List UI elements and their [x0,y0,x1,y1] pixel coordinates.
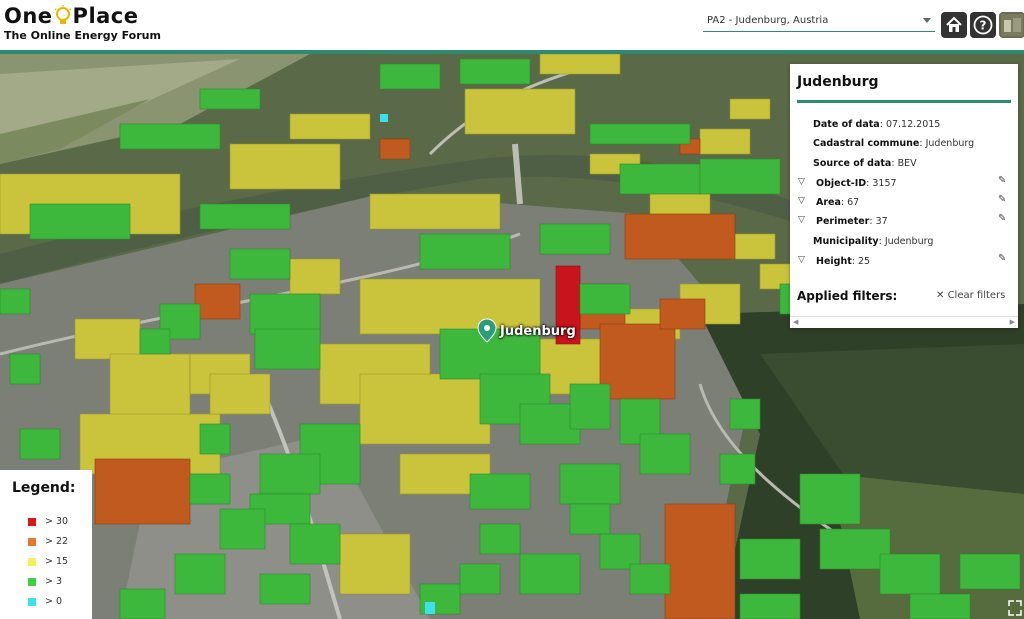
scroll-right-icon[interactable]: ▶ [1010,318,1015,326]
row-value: BEV [897,158,917,169]
row-value: 37 [875,216,888,227]
edit-icon[interactable]: ✎ [998,175,1006,186]
legend-label: > 30 [45,516,69,527]
panel-title: Judenburg [797,74,879,90]
lightbulb-icon [54,5,72,24]
filter-icon[interactable]: ▽ [798,215,805,225]
panel-divider [797,100,1011,103]
row-label: Source of data [813,158,892,169]
row-label: Area [816,197,841,208]
row-label: Object-ID [816,178,867,189]
row-value: Judenburg [925,138,975,149]
info-panel: Judenburg Date of data: 07.12.2015 Cadas… [790,64,1018,328]
row-label: Height [816,256,852,267]
row-label: Date of data [813,119,880,130]
row-value: Judenburg [884,236,934,247]
help-button[interactable]: ? [970,12,996,38]
fullscreen-icon[interactable] [1008,600,1022,616]
row-value: 25 [858,256,871,267]
user-avatar[interactable] [999,12,1024,38]
svg-text:?: ? [980,19,987,33]
legend-item: > 15 [28,556,68,567]
help-icon: ? [973,15,993,35]
logo-title-right: Place [72,4,139,28]
legend-swatch [28,557,36,566]
logo-title-left: One [4,4,53,28]
row-date: Date of data: 07.12.2015 [813,119,941,130]
app-header: One Place The Online Energy Forum PA2 - … [0,0,1024,52]
edit-icon[interactable]: ✎ [998,253,1006,264]
legend-swatch [28,537,36,546]
legend-item: > 0 [28,596,62,607]
row-label: Perimeter [816,216,870,227]
home-icon [946,16,962,32]
legend-label: > 3 [45,576,63,587]
row-source: Source of data: BEV [813,158,917,169]
row-label: Municipality [813,236,879,247]
location-select-value: PA2 - Judenburg, Austria [707,15,829,26]
logo[interactable]: One Place The Online Energy Forum [4,4,161,42]
horizontal-scrollbar[interactable]: ◀ ▶ [790,316,1018,327]
scroll-left-icon[interactable]: ◀ [793,318,798,326]
legend-label: > 0 [45,596,63,607]
location-select[interactable]: PA2 - Judenburg, Austria [703,10,935,32]
legend-item: > 30 [28,516,68,527]
home-button[interactable] [941,12,967,38]
legend-label: > 22 [45,536,69,547]
avatar-icon [1001,14,1023,36]
filter-icon[interactable]: ▽ [798,196,805,206]
filter-icon[interactable]: ▽ [798,177,805,187]
legend-swatch [28,597,36,606]
legend: Legend: > 30 > 22 > 15 > 3 > 0 [0,470,92,619]
edit-icon[interactable]: ✎ [998,213,1006,224]
row-value: 67 [847,197,860,208]
row-value: 3157 [872,178,897,189]
row-area: Area: 67 [816,197,860,208]
row-cadastral-commune: Cadastral commune: Judenburg [813,138,975,149]
row-value: 07.12.2015 [885,119,941,130]
clear-filters-button[interactable]: ✕ Clear filters [936,290,1005,301]
legend-item: > 3 [28,576,62,587]
clear-filters-label: Clear filters [947,290,1006,301]
legend-swatch [28,517,36,526]
applied-filters-label: Applied filters: [797,289,898,303]
row-object-id: Object-ID: 3157 [816,178,897,189]
legend-title: Legend: [12,480,76,496]
close-icon: ✕ [936,290,945,301]
row-perimeter: Perimeter: 37 [816,216,888,227]
logo-subtitle: The Online Energy Forum [4,29,161,42]
row-label: Cadastral commune [813,138,920,149]
edit-icon[interactable]: ✎ [998,194,1006,205]
row-height: Height: 25 [816,256,871,267]
legend-swatch [28,577,36,586]
chevron-down-icon [923,18,931,23]
filter-icon[interactable]: ▽ [798,255,805,265]
legend-item: > 22 [28,536,68,547]
map-marker-label: Judenburg [500,324,576,339]
row-municipality: Municipality: Judenburg [813,236,934,247]
legend-label: > 15 [45,556,69,567]
